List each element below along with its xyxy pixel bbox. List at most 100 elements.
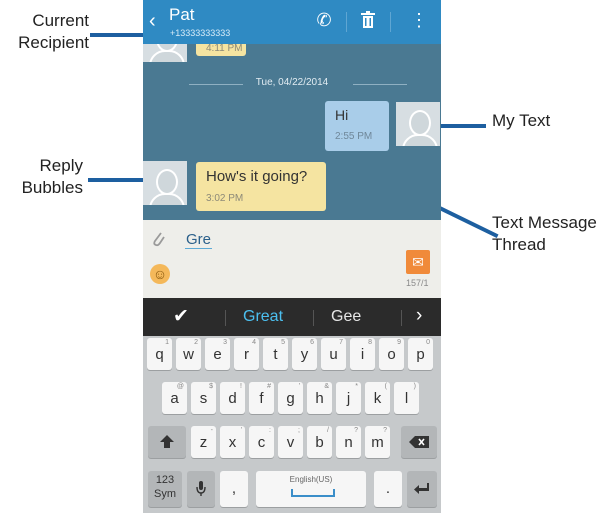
key-p[interactable]: 0p: [408, 338, 433, 370]
date-separator-label: Tue, 04/22/2014: [255, 77, 329, 88]
key-y[interactable]: 6y: [292, 338, 317, 370]
message-input[interactable]: Gre: [185, 231, 213, 249]
key-i[interactable]: 8i: [350, 338, 375, 370]
key-r[interactable]: 4r: [234, 338, 259, 370]
shift-icon[interactable]: [148, 426, 186, 458]
back-icon[interactable]: ‹: [149, 10, 156, 32]
key-label: q: [155, 346, 164, 363]
key-f[interactable]: # f: [249, 382, 274, 414]
key-q[interactable]: 1q: [147, 338, 172, 370]
contact-avatar: [143, 161, 187, 205]
callout-current-recipient: Current Recipient: [18, 11, 89, 52]
key-label: a: [170, 390, 179, 407]
key-hint: $: [209, 383, 213, 390]
sent-message-bubble[interactable]: Hi 2:55 PM: [325, 101, 389, 151]
key-m[interactable]: ? m: [365, 426, 390, 458]
checkmark-icon[interactable]: ✔: [173, 305, 189, 328]
trash-icon[interactable]: [355, 8, 381, 34]
key-hint: &: [324, 383, 329, 390]
message-time: 4:11 PM: [206, 44, 243, 54]
key-o[interactable]: 9o: [379, 338, 404, 370]
key-hint: 2: [194, 339, 198, 346]
key-b[interactable]: / b: [307, 426, 332, 458]
key-hint: ?: [354, 427, 358, 434]
key-label: d: [228, 390, 237, 407]
key-hint: -: [210, 427, 213, 434]
key-z[interactable]: -z: [191, 426, 216, 458]
message-time: 3:02 PM: [206, 193, 244, 204]
key-hint: :: [269, 427, 271, 434]
key-e[interactable]: 3e: [205, 338, 230, 370]
key-hint: ;: [298, 427, 300, 434]
phone-icon[interactable]: ✆: [311, 8, 337, 32]
key-label: x: [228, 434, 237, 451]
character-counter: 157/1: [406, 278, 429, 288]
key-k[interactable]: (k: [365, 382, 390, 414]
key-w[interactable]: 2w: [176, 338, 201, 370]
more-vertical-icon[interactable]: ⋮: [406, 8, 432, 32]
smiley-icon[interactable]: ☺: [150, 264, 170, 284]
key-hint: @: [176, 383, 184, 390]
key-c[interactable]: :c: [249, 426, 274, 458]
suggestion-gee[interactable]: Gee: [331, 308, 361, 326]
key-h[interactable]: & h: [307, 382, 332, 414]
key-hint: 1: [165, 339, 169, 346]
backspace-icon[interactable]: [401, 426, 437, 458]
symbols-key[interactable]: 123 Sym: [148, 471, 182, 507]
header-divider: [346, 12, 347, 32]
key-hint: ): [413, 383, 416, 390]
key-s[interactable]: $ s: [191, 382, 216, 414]
callout-reply-bubbles: Reply Bubbles: [21, 156, 83, 197]
key-hint: (: [384, 383, 387, 390]
key-hint: ': [240, 427, 242, 434]
send-message-icon[interactable]: ✉: [406, 250, 430, 274]
header-divider: [390, 12, 391, 32]
callout-my-text: My Text: [492, 111, 551, 130]
key-d[interactable]: ! d: [220, 382, 245, 414]
key-label: s: [199, 390, 208, 407]
key-label: m: [371, 434, 384, 451]
key-label: j: [346, 390, 351, 407]
key-label: y: [300, 346, 309, 363]
enter-icon[interactable]: [407, 471, 437, 507]
key-hint: ': [298, 383, 300, 390]
key-t[interactable]: 5t: [263, 338, 288, 370]
suggestion-great[interactable]: Great: [243, 308, 283, 326]
key-a[interactable]: @ a: [162, 382, 187, 414]
message-thread[interactable]: 4:11 PM Tue, 04/22/2014 Hi 2:55 PM How's…: [143, 44, 441, 220]
key-g[interactable]: ' g: [278, 382, 303, 414]
key-n[interactable]: ? n: [336, 426, 361, 458]
contact-name[interactable]: Pat: [169, 5, 195, 25]
key-hint: 4: [252, 339, 256, 346]
comma-key[interactable]: ,: [220, 471, 248, 507]
microphone-icon[interactable]: [187, 471, 215, 507]
key-label: e: [213, 346, 222, 363]
message-text: Hi: [335, 107, 349, 123]
message-text: How's it going?: [206, 168, 308, 185]
key-hint: 7: [339, 339, 343, 346]
key-label: i: [360, 346, 365, 363]
key-v[interactable]: ; v: [278, 426, 303, 458]
key-hint: 9: [397, 339, 401, 346]
chevron-right-icon[interactable]: ›: [416, 305, 422, 327]
key-x[interactable]: ' x: [220, 426, 245, 458]
key-hint: *: [355, 383, 358, 390]
message-time: 2:55 PM: [335, 131, 373, 142]
key-label: z: [199, 434, 208, 451]
key-u[interactable]: 7u: [321, 338, 346, 370]
key-hint: 8: [368, 339, 372, 346]
received-message-bubble[interactable]: How's it going? 3:02 PM: [196, 162, 326, 211]
period-key[interactable]: .: [374, 471, 402, 507]
previous-message-bubble[interactable]: 4:11 PM: [196, 44, 246, 56]
suggestion-bar: ✔ Great Gee ›: [143, 298, 441, 336]
key-label: k: [373, 390, 382, 407]
space-bar[interactable]: English(US): [256, 471, 366, 507]
key-label: g: [286, 390, 295, 407]
contact-avatar: [143, 44, 187, 62]
key-j[interactable]: * j: [336, 382, 361, 414]
key-hint: 3: [223, 339, 227, 346]
key-l[interactable]: ) l: [394, 382, 419, 414]
key-label: c: [257, 434, 266, 451]
paperclip-icon[interactable]: [151, 228, 165, 253]
key-label: r: [244, 346, 249, 363]
